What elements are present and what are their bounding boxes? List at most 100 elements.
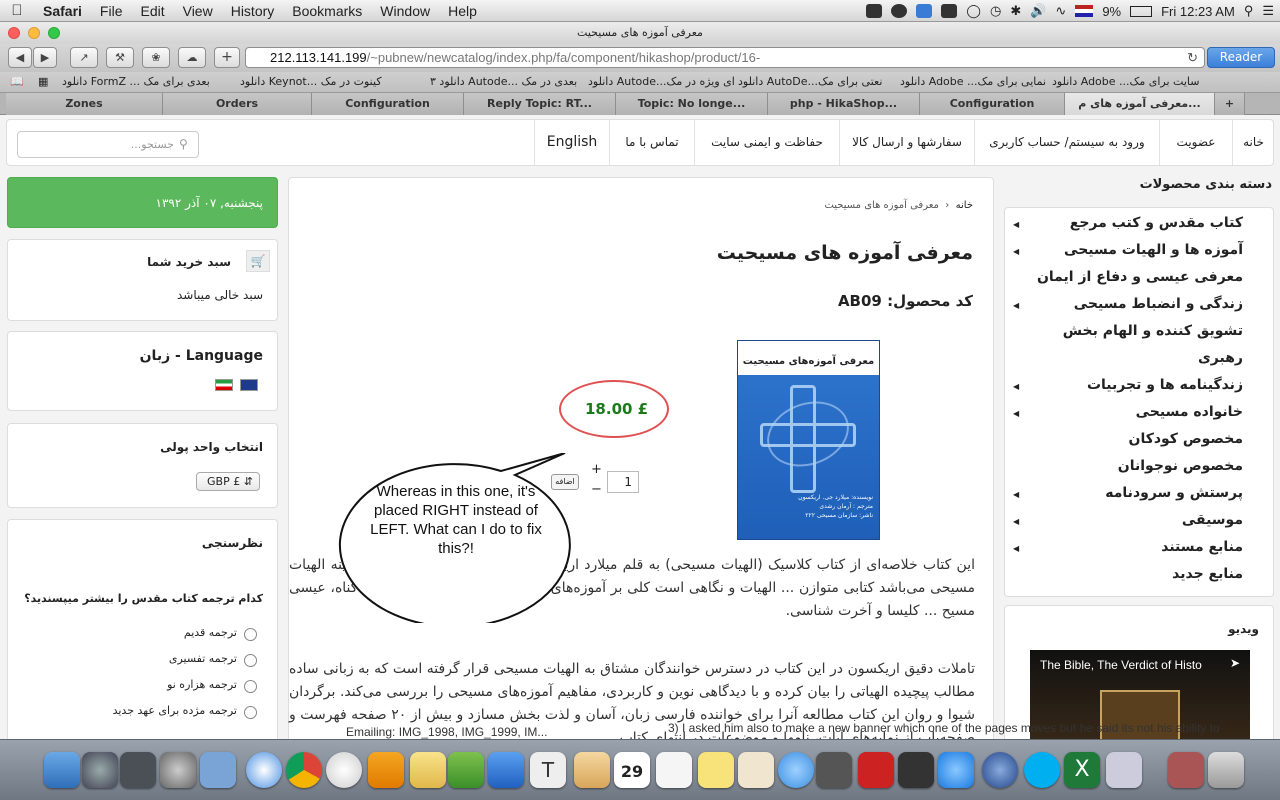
category-item[interactable]: موسیقی [1182,512,1243,528]
facetime-icon[interactable] [816,752,852,788]
bookmark-item[interactable]: دانلود AutoDe...نعتی برای مک [738,75,882,88]
stickies-icon[interactable] [738,752,774,788]
menu-view[interactable]: View [174,3,222,19]
menu-history[interactable]: History [222,3,284,19]
flag-icon[interactable] [1075,5,1094,17]
minimize-button[interactable] [28,27,40,39]
quantity-input[interactable]: 1 [607,471,639,493]
app-menu[interactable]: Safari [34,3,91,19]
textedit-icon[interactable]: T [530,752,566,788]
tab-current[interactable]: معرفی آموزه های م... [1065,93,1215,115]
messages-icon[interactable] [778,752,814,788]
skype-icon[interactable] [1024,752,1060,788]
nav-home[interactable]: خانه [1232,120,1274,165]
finder-icon[interactable] [44,752,80,788]
new-tab-icon[interactable]: + [1215,93,1245,115]
uk-flag-icon[interactable] [240,379,258,391]
search-input[interactable]: جستجو... [17,131,199,158]
reload-icon[interactable]: ↻ [1187,48,1198,67]
menu-window[interactable]: Window [371,3,439,19]
nav-english[interactable]: English [534,120,609,165]
top-sites-icon[interactable]: ▦ [38,75,48,88]
photo-booth-icon[interactable] [858,752,894,788]
quantity-plus[interactable]: + [591,462,602,477]
close-button[interactable] [8,27,20,39]
spotlight-icon[interactable]: ⚲ [1244,3,1254,19]
tab-topic[interactable]: Topic: No longe... [616,93,768,115]
new-tab-button[interactable]: + [214,47,240,68]
bluetooth-icon[interactable]: ✱ [1010,3,1021,19]
itunes-icon[interactable] [982,752,1018,788]
nav-login[interactable]: ورود به سیستم/ حساب کاربری [974,120,1159,165]
nav-security[interactable]: حفاظت و ایمنی سایت [694,120,839,165]
category-item[interactable]: پرستش و سرودنامه [1105,485,1243,501]
back-button[interactable]: ◀ [8,47,32,68]
screenshot-icon[interactable] [898,752,934,788]
tab-orders[interactable]: Orders [163,93,312,115]
notes-icon[interactable] [698,752,734,788]
poll-radio[interactable] [244,654,257,667]
tab-hikashop[interactable]: php - HikaShop... [768,93,920,115]
poll-radio[interactable] [244,628,257,641]
photo-icon[interactable] [120,752,156,788]
category-item[interactable]: مخصوص نوجوانان [1118,458,1243,474]
app-store-icon[interactable] [938,752,974,788]
zoom-button[interactable] [48,27,60,39]
cloud-icon[interactable]: ☁ [178,47,206,68]
pages-icon[interactable] [410,752,446,788]
notification-icon[interactable]: ☰ [1262,3,1274,19]
category-item[interactable]: زندگی و انضباط مسیحی [1074,296,1243,312]
bookmark-item[interactable]: دانلود Adobe ...نمایی برای مک [900,75,1046,88]
ibooks-icon[interactable] [368,752,404,788]
system-preferences-icon[interactable] [160,752,196,788]
preview-icon[interactable] [200,752,236,788]
dropbox-icon[interactable] [916,4,933,18]
address-bar[interactable]: 212.113.141.199/~pubnew/newcatalog/index… [245,47,1205,68]
breadcrumb-home[interactable]: خانه [956,200,973,211]
bookmark-item[interactable]: دانلود Autode...ای ویژه در مک [588,75,735,88]
document-icon[interactable] [1168,752,1204,788]
reader-button[interactable]: Reader [1207,47,1275,68]
category-item[interactable]: تشویق کننده و الهام بخش [1063,323,1243,339]
clock[interactable]: Fri 12:23 AM [1161,4,1235,19]
reading-list-icon[interactable]: 📖 [10,75,24,88]
category-item[interactable]: آموزه ها و الهیات مسیحی [1064,242,1243,258]
tab-zones[interactable]: Zones [6,93,163,115]
tab-configuration[interactable]: Configuration [312,93,464,115]
share-icon[interactable]: ↗ [70,47,98,68]
category-item[interactable]: کتاب مقدس و کتب مرجع [1070,215,1243,231]
iran-flag-icon[interactable] [215,379,233,391]
search-icon[interactable]: ⚲ [179,137,188,151]
nav-contact[interactable]: تماس با ما [609,120,694,165]
poll-radio[interactable] [244,706,257,719]
excel-icon[interactable]: X [1064,752,1100,788]
tab-reply-topic[interactable]: Reply Topic: RT... [464,93,616,115]
menu-bookmarks[interactable]: Bookmarks [283,3,371,19]
safari-icon[interactable] [246,752,282,788]
category-item[interactable]: خانواده مسیحی [1136,404,1243,420]
product-image[interactable]: معرفی آموزه‌های مسیحیت نویسنده: میلارد ج… [737,340,880,540]
calendar-icon[interactable]: 29 [614,752,650,788]
trash-icon[interactable] [1208,752,1244,788]
wifi-icon[interactable]: ∿ [1055,3,1066,19]
bug-icon[interactable]: ❀ [142,47,170,68]
menu-file[interactable]: File [91,3,132,19]
battery-icon[interactable] [1130,5,1153,17]
category-item[interactable]: رهبری [1198,350,1243,366]
menu-help[interactable]: Help [439,3,486,19]
clock-app-icon[interactable] [326,752,362,788]
camera-icon[interactable] [941,4,958,18]
chrome-icon[interactable] [286,752,322,788]
apple-icon[interactable]:  [0,2,34,19]
bookmark-item[interactable]: دانلود ۳ Autode... بعدی در مک [430,75,577,88]
bookmark-item[interactable]: دانلود Keynot... کینوت در مک [240,75,382,88]
bookmark-item[interactable]: دانلود FormZ ... بعدی برای مک [62,75,210,88]
chat-icon[interactable]: ◯ [966,3,981,19]
category-item[interactable]: زندگینامه ها و تجربیات [1087,377,1243,393]
numbers-icon[interactable] [448,752,484,788]
currency-select[interactable]: GBP £ ⇵ [196,472,260,491]
launchpad-icon[interactable] [82,752,118,788]
keynote-icon[interactable] [488,752,524,788]
time-machine-icon[interactable]: ◷ [990,3,1001,19]
nav-register[interactable]: عضویت [1159,120,1232,165]
